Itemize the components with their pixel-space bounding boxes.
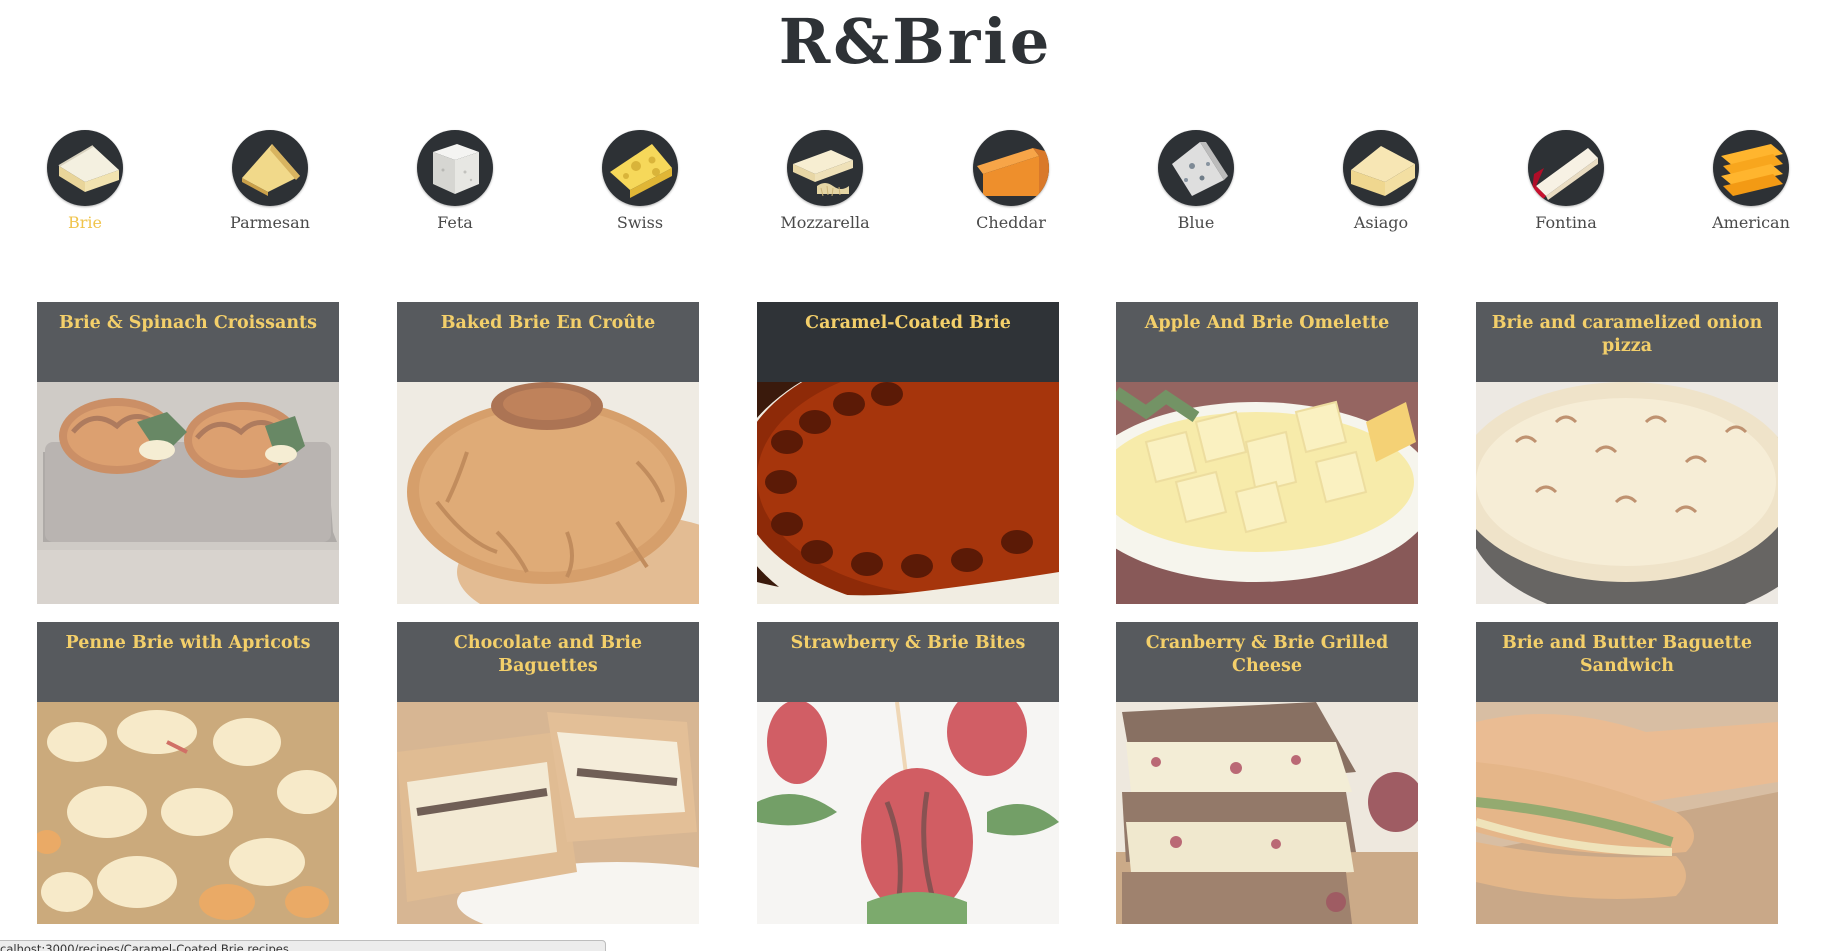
asiago-cheese-icon (1343, 130, 1419, 206)
cheese-item-feta[interactable]: Feta (395, 130, 515, 232)
recipe-title: Brie and caramelized onion pizza (1476, 302, 1778, 382)
cheese-item-brie[interactable]: Brie (25, 130, 145, 232)
cheese-item-parmesan[interactable]: Parmesan (210, 130, 330, 232)
recipe-title: Chocolate and Brie Baguettes (397, 622, 699, 702)
cheese-item-blue[interactable]: Blue (1136, 130, 1256, 232)
cheese-label: American (1712, 213, 1790, 232)
cheese-label: Parmesan (230, 213, 310, 232)
cheese-label: Fontina (1535, 213, 1597, 232)
recipe-card[interactable]: Caramel-Coated Brie (757, 302, 1059, 604)
cheese-item-mozzarella[interactable]: Mozzarella (765, 130, 885, 232)
cheese-item-cheddar[interactable]: Cheddar (951, 130, 1071, 232)
cheese-item-swiss[interactable]: Swiss (580, 130, 700, 232)
mozzarella-cheese-icon (787, 130, 863, 206)
page: R&Brie Brie Parmesan Feta Swiss Mozzarel… (0, 0, 1831, 951)
omelette-photo (1116, 382, 1418, 604)
american-cheese-icon (1713, 130, 1789, 206)
fontina-cheese-icon (1528, 130, 1604, 206)
recipe-card[interactable]: Strawberry & Brie Bites (757, 622, 1059, 924)
brie-cheese-icon (47, 130, 123, 206)
swiss-cheese-icon (602, 130, 678, 206)
cheese-label: Cheddar (976, 213, 1046, 232)
recipe-title: Caramel-Coated Brie (757, 302, 1059, 382)
grilled-cheese-photo (1116, 702, 1418, 924)
cheddar-cheese-icon (973, 130, 1049, 206)
cheese-label: Feta (437, 213, 473, 232)
cheese-item-fontina[interactable]: Fontina (1506, 130, 1626, 232)
recipe-title: Brie & Spinach Croissants (37, 302, 339, 382)
recipe-title: Strawberry & Brie Bites (757, 622, 1059, 702)
site-logo[interactable]: R&Brie (0, 6, 1831, 78)
parmesan-cheese-icon (232, 130, 308, 206)
recipe-title: Cranberry & Brie Grilled Cheese (1116, 622, 1418, 702)
cheese-item-american[interactable]: American (1691, 130, 1811, 232)
recipe-card[interactable]: Penne Brie with Apricots (37, 622, 339, 924)
recipe-card[interactable]: Apple And Brie Omelette (1116, 302, 1418, 604)
penne-photo (37, 702, 339, 924)
pizza-photo (1476, 382, 1778, 604)
strawberry-photo (757, 702, 1059, 924)
feta-cheese-icon (417, 130, 493, 206)
recipe-card[interactable]: Brie and caramelized onion pizza (1476, 302, 1778, 604)
baked-brie-photo (397, 382, 699, 604)
cheese-label: Swiss (616, 213, 664, 232)
croissant-photo (37, 382, 339, 604)
recipe-card[interactable]: Baked Brie En Croûte (397, 302, 699, 604)
cheese-label: Mozzarella (780, 213, 870, 232)
caramel-brie-photo (757, 382, 1059, 604)
cheese-label: Blue (1177, 213, 1215, 232)
recipe-title: Brie and Butter Baguette Sandwich (1476, 622, 1778, 702)
recipe-card[interactable]: Chocolate and Brie Baguettes (397, 622, 699, 924)
cheese-label: Brie (68, 213, 102, 232)
recipe-card[interactable]: Brie & Spinach Croissants (37, 302, 339, 604)
cheese-item-asiago[interactable]: Asiago (1321, 130, 1441, 232)
recipe-card[interactable]: Cranberry & Brie Grilled Cheese (1116, 622, 1418, 924)
baguette-sandwich-photo (1476, 702, 1778, 924)
recipe-title: Baked Brie En Croûte (397, 302, 699, 382)
recipe-title: Penne Brie with Apricots (37, 622, 339, 702)
cheese-nav: Brie Parmesan Feta Swiss Mozzarella Ched… (0, 130, 1831, 240)
cheese-label: Asiago (1353, 213, 1409, 232)
recipe-title: Apple And Brie Omelette (1116, 302, 1418, 382)
recipe-card[interactable]: Brie and Butter Baguette Sandwich (1476, 622, 1778, 924)
blue-cheese-icon (1158, 130, 1234, 206)
chocolate-baguette-photo (397, 702, 699, 924)
browser-status-url: calhost:3000/recipes/Caramel-Coated Brie… (0, 940, 606, 951)
